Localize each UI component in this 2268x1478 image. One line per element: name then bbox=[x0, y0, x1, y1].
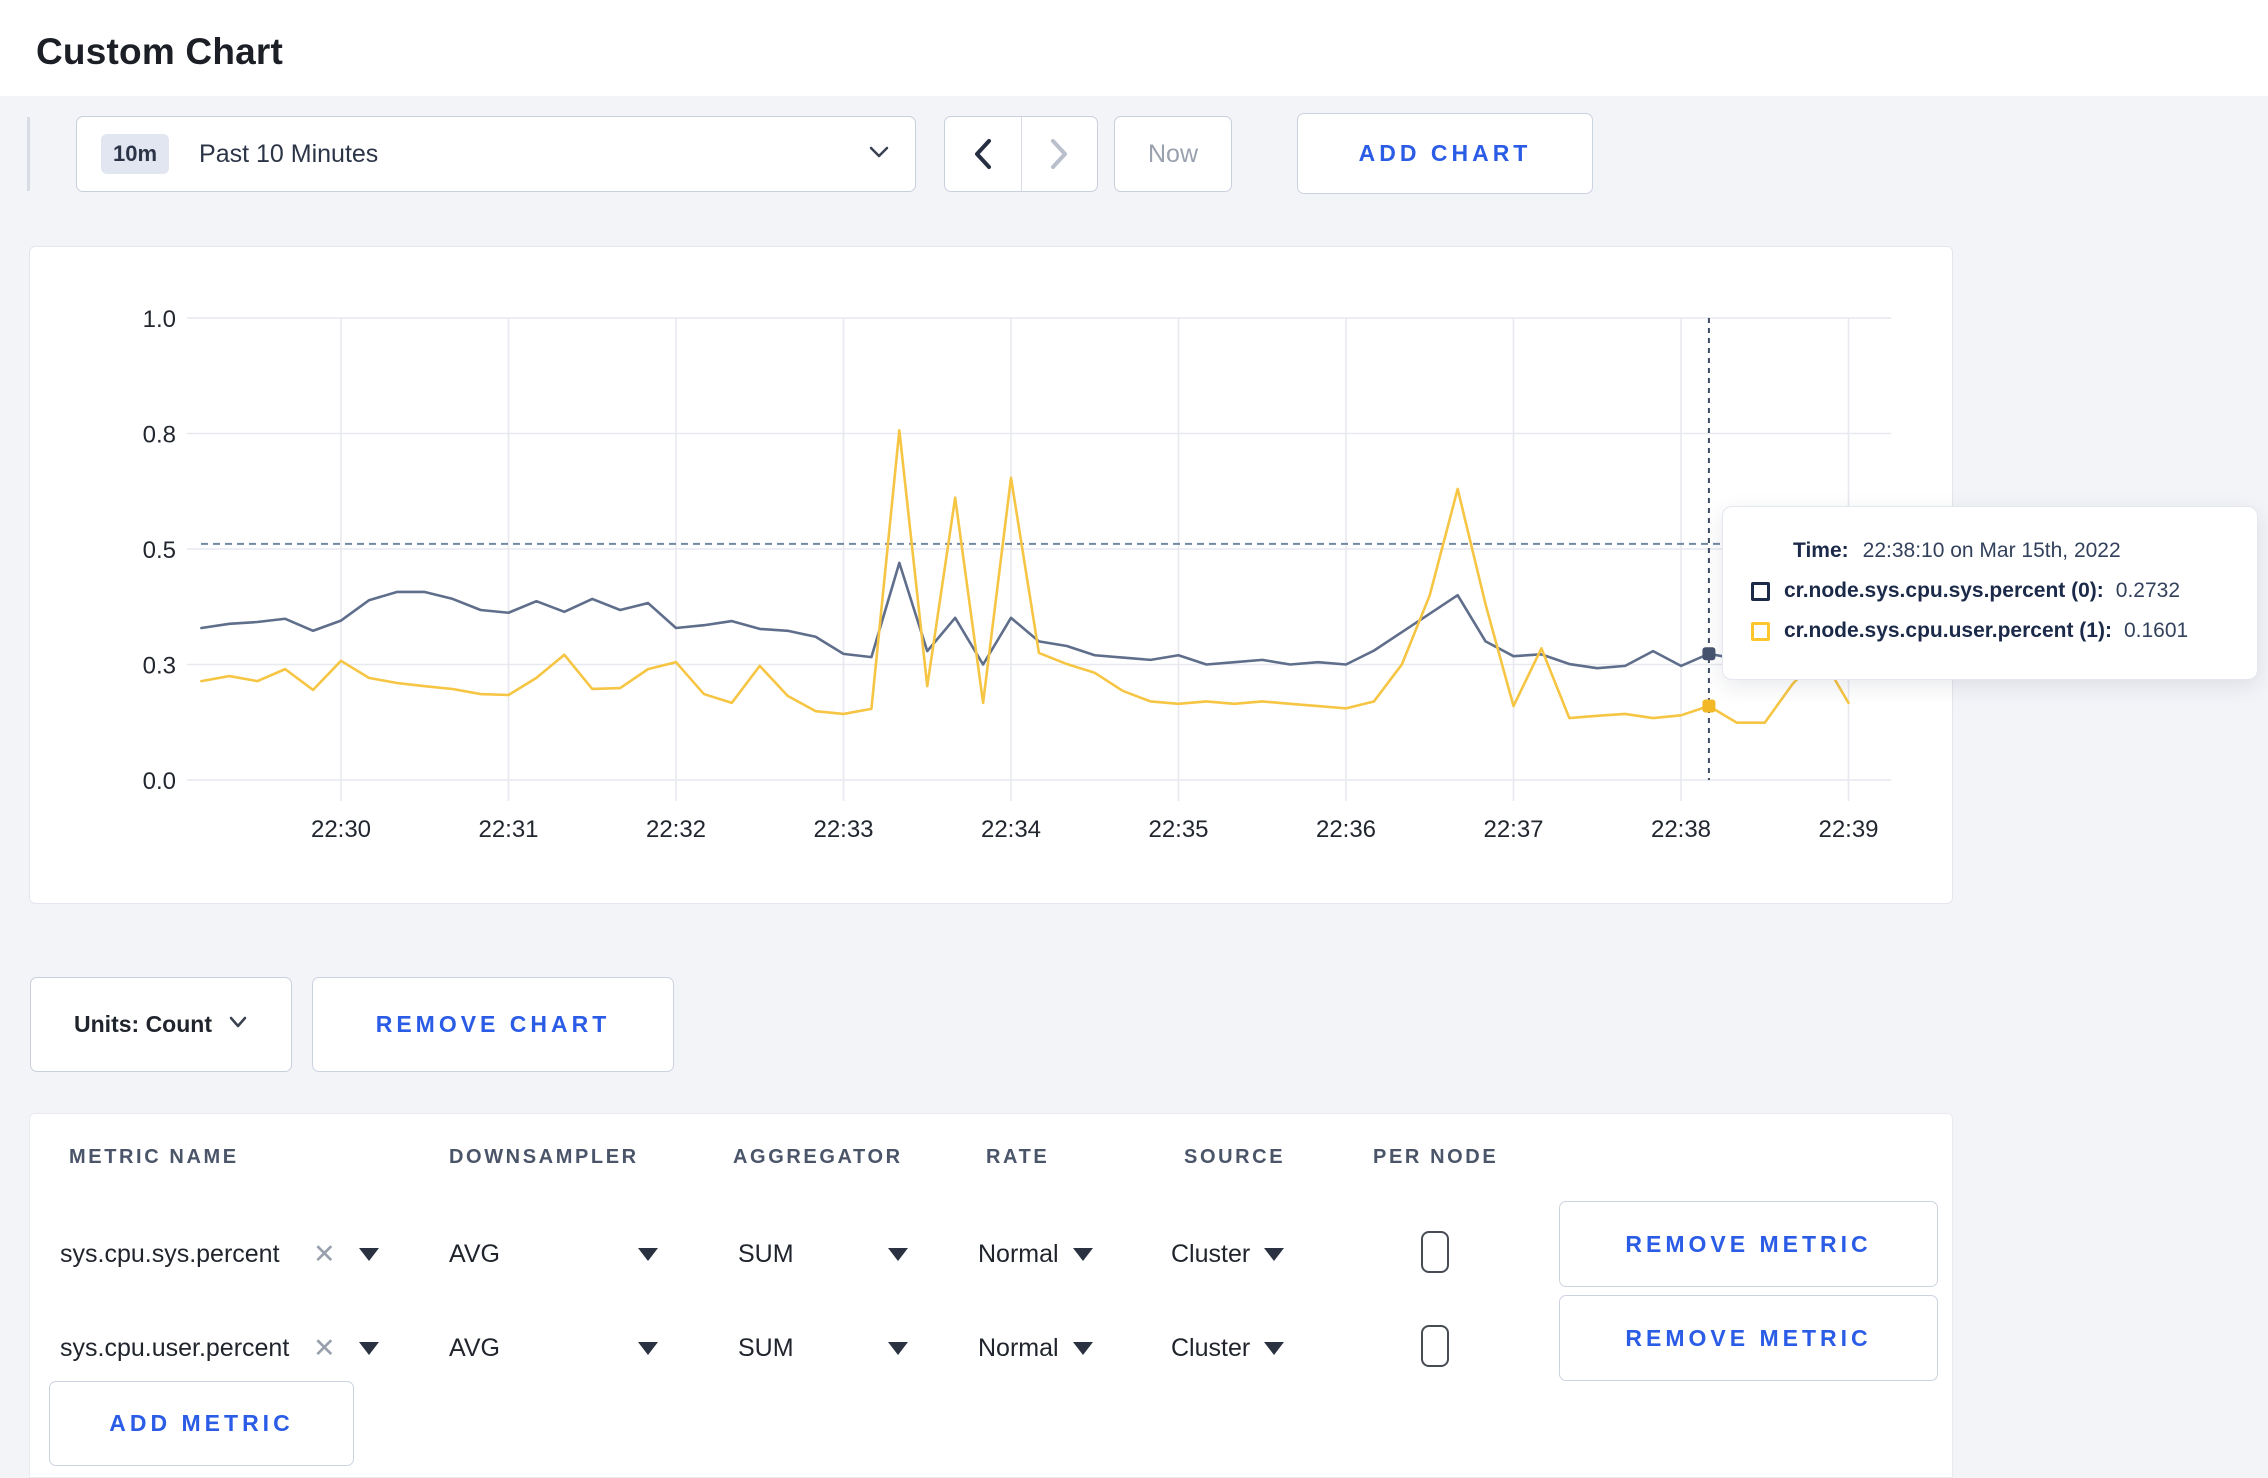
svg-text:22:37: 22:37 bbox=[1483, 816, 1543, 843]
svg-text:22:32: 22:32 bbox=[646, 816, 706, 843]
downsampler-value: AVG bbox=[449, 1239, 500, 1268]
aggregator-value: SUM bbox=[738, 1333, 794, 1362]
remove-metric-button[interactable]: REMOVE METRIC bbox=[1559, 1295, 1938, 1381]
page-title: Custom Chart bbox=[36, 30, 284, 72]
svg-text:22:39: 22:39 bbox=[1818, 816, 1878, 843]
svg-text:22:35: 22:35 bbox=[1148, 816, 1208, 843]
remove-metric-button[interactable]: REMOVE METRIC bbox=[1559, 1201, 1938, 1287]
time-window-dropdown[interactable]: 10m Past 10 Minutes bbox=[76, 116, 916, 192]
remove-chart-label: REMOVE CHART bbox=[375, 1011, 611, 1037]
tooltip-series-label: cr.node.sys.cpu.user.percent (1): bbox=[1784, 619, 2112, 642]
header-aggregator: AGGREGATOR bbox=[733, 1146, 903, 1168]
dropdown-arrow-icon[interactable] bbox=[888, 1248, 908, 1261]
tooltip-series-value: 0.2732 bbox=[2115, 579, 2181, 602]
aggregator-select[interactable]: SUM bbox=[738, 1326, 794, 1370]
header-rate: RATE bbox=[986, 1146, 1050, 1168]
now-button[interactable]: Now bbox=[1114, 116, 1232, 192]
source-value: Cluster bbox=[1171, 1239, 1251, 1268]
source-value: Cluster bbox=[1171, 1333, 1251, 1362]
dropdown-arrow-icon bbox=[1264, 1341, 1285, 1355]
rate-select[interactable]: Normal bbox=[978, 1232, 1093, 1276]
dropdown-arrow-icon[interactable] bbox=[638, 1248, 658, 1261]
svg-text:22:31: 22:31 bbox=[478, 816, 538, 843]
metric-name-select[interactable]: sys.cpu.sys.percent bbox=[60, 1232, 280, 1276]
series-swatch-sys bbox=[1751, 581, 1770, 601]
units-label: Units: Count bbox=[74, 1011, 212, 1037]
dropdown-arrow-icon bbox=[1072, 1247, 1093, 1261]
svg-text:0.8: 0.8 bbox=[143, 422, 176, 449]
svg-text:22:33: 22:33 bbox=[813, 816, 873, 843]
chevron-left-icon bbox=[974, 139, 991, 169]
dropdown-arrow-icon[interactable] bbox=[359, 1342, 379, 1355]
remove-metric-label: REMOVE METRIC bbox=[1625, 1230, 1872, 1257]
dropdown-arrow-icon[interactable] bbox=[638, 1342, 658, 1355]
svg-text:0.5: 0.5 bbox=[143, 537, 176, 564]
timeseries-chart[interactable]: 1.0 0.8 0.5 0.3 0.0 22:30 22:31 22:32 22:33 22:34… bbox=[30, 247, 1951, 902]
next-time-button[interactable] bbox=[1020, 117, 1098, 191]
metric-name-select[interactable]: sys.cpu.user.percent bbox=[60, 1326, 289, 1370]
metric-name-value: sys.cpu.user.percent bbox=[60, 1333, 290, 1362]
svg-text:22:36: 22:36 bbox=[1316, 816, 1376, 843]
header-metric-name: METRIC NAME bbox=[69, 1146, 239, 1168]
rate-select[interactable]: Normal bbox=[978, 1326, 1093, 1370]
units-dropdown[interactable]: Units: Count bbox=[30, 977, 292, 1072]
chart-tooltip: Time: 22:38:10 on Mar 15th, 2022 cr.node… bbox=[1722, 506, 2258, 680]
dropdown-arrow-icon bbox=[1264, 1247, 1285, 1261]
downsampler-select[interactable]: AVG bbox=[449, 1326, 500, 1370]
dropdown-arrow-icon[interactable] bbox=[359, 1248, 379, 1261]
dropdown-arrow-icon[interactable] bbox=[888, 1342, 908, 1355]
svg-text:22:34: 22:34 bbox=[981, 816, 1041, 843]
chevron-down-icon bbox=[228, 1015, 248, 1034]
time-step-buttons bbox=[944, 116, 1098, 192]
svg-text:0.0: 0.0 bbox=[143, 768, 176, 795]
tooltip-time-row: Time: 22:38:10 on Mar 15th, 2022 bbox=[1751, 531, 2257, 571]
add-metric-label: ADD METRIC bbox=[109, 1410, 294, 1436]
time-window-badge: 10m bbox=[101, 134, 170, 174]
time-window-label: Past 10 Minutes bbox=[199, 139, 379, 168]
aggregator-value: SUM bbox=[738, 1239, 794, 1268]
clear-metric-icon[interactable]: ✕ bbox=[313, 1326, 336, 1370]
svg-text:1.0: 1.0 bbox=[143, 306, 176, 333]
source-select[interactable]: Cluster bbox=[1171, 1326, 1285, 1370]
downsampler-value: AVG bbox=[449, 1333, 500, 1362]
metric-name-value: sys.cpu.sys.percent bbox=[60, 1239, 280, 1268]
remove-chart-button[interactable]: REMOVE CHART bbox=[312, 977, 674, 1072]
header-per-node: PER NODE bbox=[1373, 1146, 1499, 1168]
svg-text:0.3: 0.3 bbox=[143, 653, 176, 680]
rate-value: Normal bbox=[978, 1333, 1059, 1362]
add-chart-button[interactable]: ADD CHART bbox=[1297, 113, 1593, 194]
page-header-band bbox=[0, 0, 2268, 96]
svg-text:22:38: 22:38 bbox=[1651, 816, 1711, 843]
tooltip-time-value: 22:38:10 on Mar 15th, 2022 bbox=[1862, 539, 2121, 562]
downsampler-select[interactable]: AVG bbox=[449, 1232, 500, 1276]
header-downsampler: DOWNSAMPLER bbox=[449, 1146, 639, 1168]
remove-metric-label: REMOVE METRIC bbox=[1625, 1324, 1872, 1351]
chevron-down-icon bbox=[867, 144, 891, 165]
clear-metric-icon[interactable]: ✕ bbox=[313, 1232, 336, 1276]
per-node-checkbox[interactable] bbox=[1421, 1231, 1449, 1273]
tooltip-series-label: cr.node.sys.cpu.sys.percent (0): bbox=[1784, 579, 2104, 602]
dropdown-arrow-icon bbox=[1072, 1341, 1093, 1355]
add-metric-button[interactable]: ADD METRIC bbox=[49, 1381, 354, 1466]
aggregator-select[interactable]: SUM bbox=[738, 1232, 794, 1276]
tooltip-series-row: cr.node.sys.cpu.user.percent (1): 0.1601 bbox=[1751, 611, 2257, 651]
toolbar-divider bbox=[27, 117, 30, 191]
svg-text:22:30: 22:30 bbox=[311, 816, 371, 843]
prev-time-button[interactable] bbox=[945, 117, 1021, 191]
add-chart-label: ADD CHART bbox=[1358, 140, 1532, 166]
per-node-checkbox[interactable] bbox=[1421, 1325, 1449, 1367]
chevron-right-icon bbox=[1051, 139, 1068, 169]
rate-value: Normal bbox=[978, 1239, 1059, 1268]
source-select[interactable]: Cluster bbox=[1171, 1232, 1285, 1276]
header-source: SOURCE bbox=[1184, 1146, 1286, 1168]
tooltip-time-label: Time: bbox=[1793, 539, 1849, 562]
tooltip-series-value: 0.1601 bbox=[2123, 619, 2189, 642]
metrics-table: METRIC NAME DOWNSAMPLER AGGREGATOR RATE … bbox=[29, 1113, 1953, 1478]
chart-card: 1.0 0.8 0.5 0.3 0.0 22:30 22:31 22:32 22:33 22:34… bbox=[29, 246, 1953, 904]
series-swatch-user bbox=[1751, 621, 1770, 641]
tooltip-series-row: cr.node.sys.cpu.sys.percent (0): 0.2732 bbox=[1751, 571, 2257, 611]
